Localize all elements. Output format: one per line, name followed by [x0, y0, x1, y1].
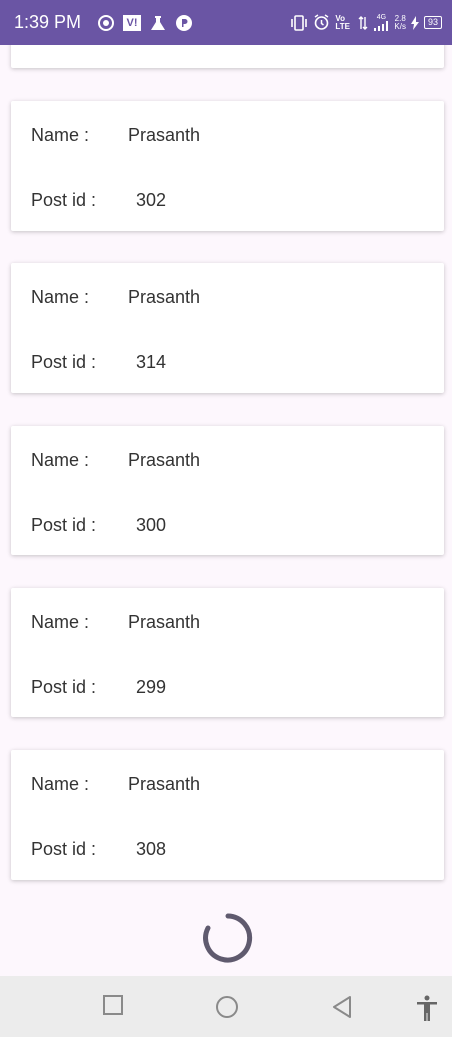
- speed-unit: K/s: [394, 21, 406, 31]
- name-label: Name :: [31, 450, 90, 470]
- post-id-label: Post id :: [31, 839, 97, 859]
- name-row: Name : Prasanth: [31, 774, 200, 795]
- name-label: Name :: [31, 612, 90, 632]
- status-time: 1:39 PM: [14, 12, 82, 32]
- vibrate-icon: [290, 14, 308, 31]
- post-list[interactable]: Name : Prasanth Post id : 302 Name : Pra…: [0, 45, 452, 976]
- battery-level: 93: [423, 16, 442, 29]
- data-arrows-icon: [358, 15, 368, 31]
- p-app-icon: [175, 14, 193, 32]
- recents-icon[interactable]: [102, 994, 124, 1021]
- post-id-label: Post id :: [31, 352, 97, 372]
- navigation-bar: [0, 976, 452, 1037]
- network-indicator: 4G: [373, 14, 389, 31]
- list-item[interactable]: Name : Prasanth Post id : 308: [11, 750, 444, 880]
- flask-icon: [149, 14, 167, 32]
- post-id-label: Post id :: [31, 190, 97, 210]
- name-value: Prasanth: [128, 125, 201, 145]
- list-item[interactable]: Name : Prasanth Post id : 314: [11, 263, 444, 393]
- post-id-row: Post id : 300: [31, 515, 166, 536]
- name-value: Prasanth: [128, 450, 201, 470]
- post-id-value: 299: [136, 677, 167, 697]
- post-id-label: Post id :: [31, 677, 97, 697]
- post-id-row: Post id : 302: [31, 190, 166, 211]
- accessibility-icon[interactable]: [416, 995, 438, 1026]
- vi-app-icon: V!: [123, 14, 142, 31]
- post-id-label: Post id :: [31, 515, 97, 535]
- post-id-value: 300: [136, 515, 167, 535]
- name-value: Prasanth: [128, 287, 201, 307]
- name-row: Name : Prasanth: [31, 125, 200, 146]
- post-id-value: 302: [136, 190, 167, 210]
- post-id-value: 314: [136, 352, 167, 372]
- status-bar: 1:39 PM V! Vo LTE 4G 2.8 K/s 93: [0, 0, 452, 45]
- name-row: Name : Prasanth: [31, 450, 200, 471]
- name-label: Name :: [31, 774, 90, 794]
- name-value: Prasanth: [128, 774, 201, 794]
- charging-icon: [410, 15, 419, 30]
- volte-indicator: Vo LTE: [335, 13, 350, 31]
- list-item-partial[interactable]: [11, 45, 444, 68]
- post-id-value: 308: [136, 839, 167, 859]
- list-item[interactable]: Name : Prasanth Post id : 302: [11, 101, 444, 231]
- post-id-row: Post id : 299: [31, 677, 166, 698]
- name-label: Name :: [31, 287, 90, 307]
- alarm-icon: [313, 14, 330, 31]
- net-speed: 2.8 K/s: [394, 14, 406, 31]
- post-id-row: Post id : 314: [31, 352, 166, 373]
- back-icon[interactable]: [331, 995, 353, 1024]
- name-label: Name :: [31, 125, 90, 145]
- list-item[interactable]: Name : Prasanth Post id : 300: [11, 426, 444, 555]
- list-item[interactable]: Name : Prasanth Post id : 299: [11, 588, 444, 717]
- location-icon: [97, 14, 115, 32]
- name-row: Name : Prasanth: [31, 612, 200, 633]
- name-row: Name : Prasanth: [31, 287, 200, 308]
- network-type: 4G: [376, 14, 387, 21]
- signal-icon: [373, 21, 389, 31]
- home-icon[interactable]: [215, 995, 239, 1024]
- post-id-row: Post id : 308: [31, 839, 166, 860]
- loading-spinner: [202, 912, 254, 964]
- name-value: Prasanth: [128, 612, 201, 632]
